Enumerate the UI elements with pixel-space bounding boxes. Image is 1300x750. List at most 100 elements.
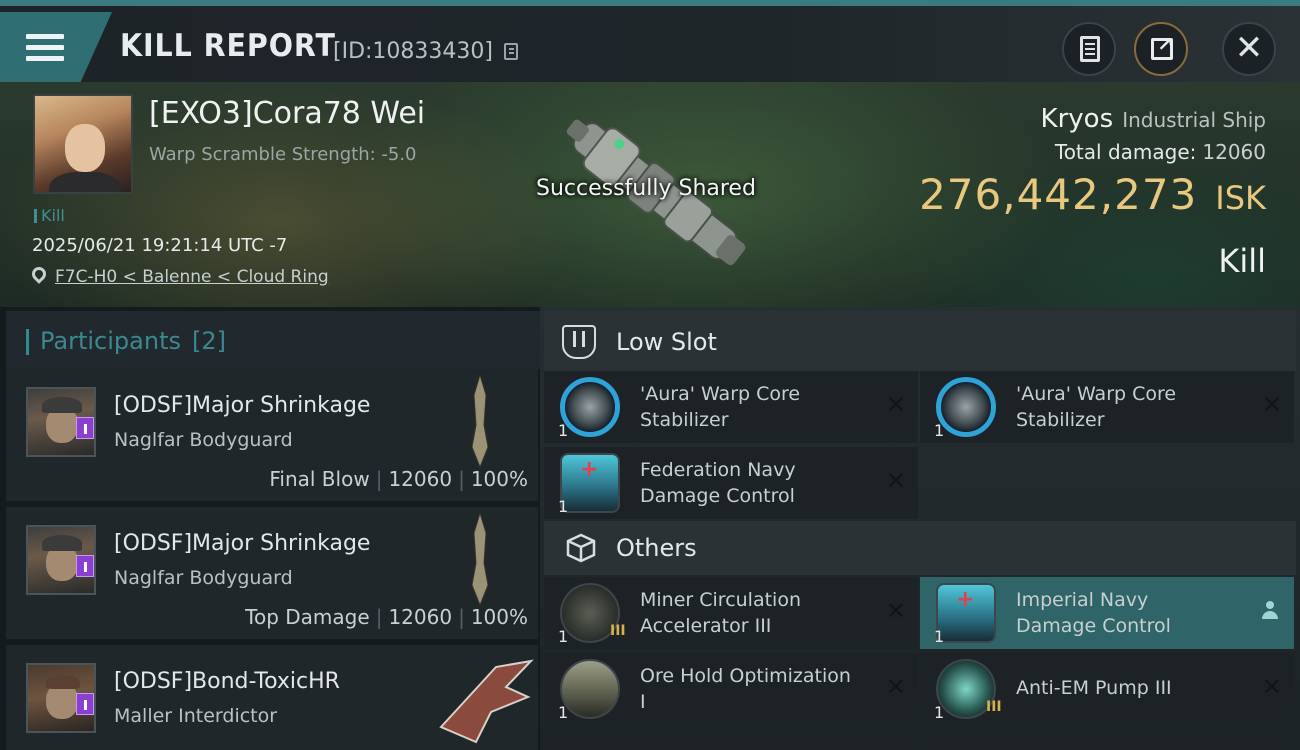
warp-core-stabilizer-icon xyxy=(936,377,996,437)
tier-badge: III xyxy=(610,623,626,639)
participant-role: Top Damage xyxy=(245,605,370,629)
participant-name[interactable]: [ODSF]Bond-ToxicHR xyxy=(114,669,340,694)
module-item-partial[interactable] xyxy=(920,729,1294,750)
module-name: Imperial Navy Damage Control xyxy=(1016,589,1171,637)
cube-icon xyxy=(566,533,596,563)
victim-ship-class: Industrial Ship xyxy=(1122,108,1266,132)
participant-row[interactable]: [ODSF]Bond-ToxicHR Maller Interdictor xyxy=(6,645,538,750)
participant-percent: 100% xyxy=(470,467,528,491)
module-quantity: 1 xyxy=(558,627,569,646)
module-quantity: 1 xyxy=(558,497,569,516)
participant-row[interactable]: [ODSF]Major Shrinkage Naglfar Bodyguard … xyxy=(6,507,538,639)
low-slot-icon xyxy=(562,325,596,359)
module-name: Federation Navy Damage Control xyxy=(640,459,796,507)
location-pin-icon xyxy=(29,264,49,284)
tier-badge: III xyxy=(986,699,1002,715)
participant-ship-image xyxy=(439,659,534,744)
module-item[interactable]: 1 'Aura' Warp Core Stabilizer ✕ xyxy=(920,371,1294,443)
section-accent-bar xyxy=(26,329,29,355)
result-tag: Kill xyxy=(34,206,65,225)
participants-header: Participants [2] xyxy=(6,311,540,369)
participant-name[interactable]: [ODSF]Major Shrinkage xyxy=(114,393,370,418)
clipboard-button[interactable] xyxy=(1062,22,1116,76)
participant-role: Final Blow xyxy=(269,467,370,491)
kill-datetime: 2025/06/21 19:21:14 UTC -7 xyxy=(32,235,288,256)
participant-ship-image xyxy=(471,513,489,605)
low-slot-header: Low Slot xyxy=(544,311,1296,371)
module-item[interactable]: 1 III Miner Circulation Accelerator III ✕ xyxy=(544,577,918,649)
victim-ship-line: Kryos Industrial Ship xyxy=(1041,104,1266,134)
total-damage-value: 12060 xyxy=(1202,140,1266,164)
victim-banner: [EXO3]Cora78 Wei Warp Scramble Strength:… xyxy=(0,82,1300,307)
damage-control-icon xyxy=(936,583,996,643)
isk-value: 276,442,273 xyxy=(919,170,1198,219)
dropped-person-icon xyxy=(1262,601,1278,621)
module-item[interactable]: 1 Ore Hold Optimization I ✕ xyxy=(544,653,918,725)
victim-ship-name[interactable]: Kryos xyxy=(1041,104,1114,134)
victim-name[interactable]: [EXO3]Cora78 Wei xyxy=(149,96,425,131)
module-item[interactable]: 1 Federation NavyDamage Control ✕ xyxy=(544,447,918,519)
module-item[interactable]: 1 Imperial NavyDamage Control xyxy=(920,577,1294,649)
module-quantity: 1 xyxy=(934,421,945,440)
participants-panel: Participants [2] [ODSF]Major Shrinkage N… xyxy=(0,307,540,750)
module-quantity: 1 xyxy=(558,703,569,722)
destroyed-x-icon: ✕ xyxy=(1261,673,1282,701)
participant-row[interactable]: [ODSF]Major Shrinkage Naglfar Bodyguard … xyxy=(6,369,538,501)
module-name: Ore Hold Optimization I xyxy=(640,665,851,713)
pilot-badge-icon xyxy=(76,555,94,577)
ore-hold-icon xyxy=(560,659,620,719)
module-quantity: 1 xyxy=(558,421,569,440)
destroyed-x-icon: ✕ xyxy=(885,673,906,701)
isk-unit: ISK xyxy=(1215,179,1266,217)
victim-avatar[interactable] xyxy=(33,94,133,194)
participants-title: Participants xyxy=(40,327,181,355)
participants-count: [2] xyxy=(192,327,226,355)
module-item[interactable]: 1 III Anti-EM Pump III ✕ xyxy=(920,653,1294,725)
copy-icon[interactable] xyxy=(504,43,518,60)
destroyed-x-icon: ✕ xyxy=(885,391,906,419)
module-item[interactable]: 1 'Aura' Warp Core Stabilizer ✕ xyxy=(544,371,918,443)
outcome-label: Kill xyxy=(1218,242,1266,280)
pilot-badge-icon xyxy=(76,417,94,439)
report-id: [ID:10833430] xyxy=(333,39,493,64)
share-icon xyxy=(1151,32,1174,60)
module-quantity: 1 xyxy=(934,627,945,646)
participant-percent: 100% xyxy=(470,605,528,629)
damage-control-icon xyxy=(560,453,620,513)
destroyed-x-icon: ✕ xyxy=(885,467,906,495)
warp-core-stabilizer-icon xyxy=(560,377,620,437)
low-slot-title: Low Slot xyxy=(616,328,717,356)
destroyed-x-icon: ✕ xyxy=(885,597,906,625)
participant-stats: Final Blow | 12060 | 100% xyxy=(269,467,528,491)
participant-ship-image xyxy=(471,375,489,467)
share-button[interactable] xyxy=(1134,22,1188,76)
participant-stats: Top Damage | 12060 | 100% xyxy=(245,605,528,629)
module-name: Anti-EM Pump III xyxy=(1016,677,1172,699)
menu-button[interactable] xyxy=(0,12,112,82)
others-title: Others xyxy=(616,534,697,562)
total-damage-label: Total damage: xyxy=(1054,140,1197,164)
destroyed-x-icon: ✕ xyxy=(1261,391,1282,419)
location-link[interactable]: F7C-H0 < Balenne < Cloud Ring xyxy=(55,267,329,287)
module-item-partial[interactable] xyxy=(544,729,918,750)
isk-value-line: 276,442,273 ISK xyxy=(919,170,1266,219)
participant-ship: Naglfar Bodyguard xyxy=(114,429,293,451)
module-quantity: 1 xyxy=(934,703,945,722)
top-bar: KILL REPORT [ID:10833430] ✕ xyxy=(0,0,1300,82)
close-icon: ✕ xyxy=(1234,28,1264,68)
others-header: Others xyxy=(544,521,1296,575)
participant-damage: 12060 xyxy=(388,467,453,491)
module-name: 'Aura' Warp Core Stabilizer xyxy=(640,383,801,431)
participant-ship: Maller Interdictor xyxy=(114,705,278,727)
page-title: KILL REPORT xyxy=(120,28,336,64)
participant-ship: Naglfar Bodyguard xyxy=(114,567,293,589)
pilot-badge-icon xyxy=(76,693,94,715)
modules-panel: Low Slot 1 'Aura' Warp Core Stabilizer ✕ … xyxy=(540,307,1300,750)
shared-toast: Successfully Shared xyxy=(536,176,756,201)
participant-damage: 12060 xyxy=(388,605,453,629)
clipboard-icon xyxy=(1080,36,1100,62)
hamburger-icon xyxy=(26,34,64,62)
close-button[interactable]: ✕ xyxy=(1222,22,1276,76)
module-name: Miner Circulation Accelerator III xyxy=(640,589,801,637)
participant-name[interactable]: [ODSF]Major Shrinkage xyxy=(114,531,370,556)
